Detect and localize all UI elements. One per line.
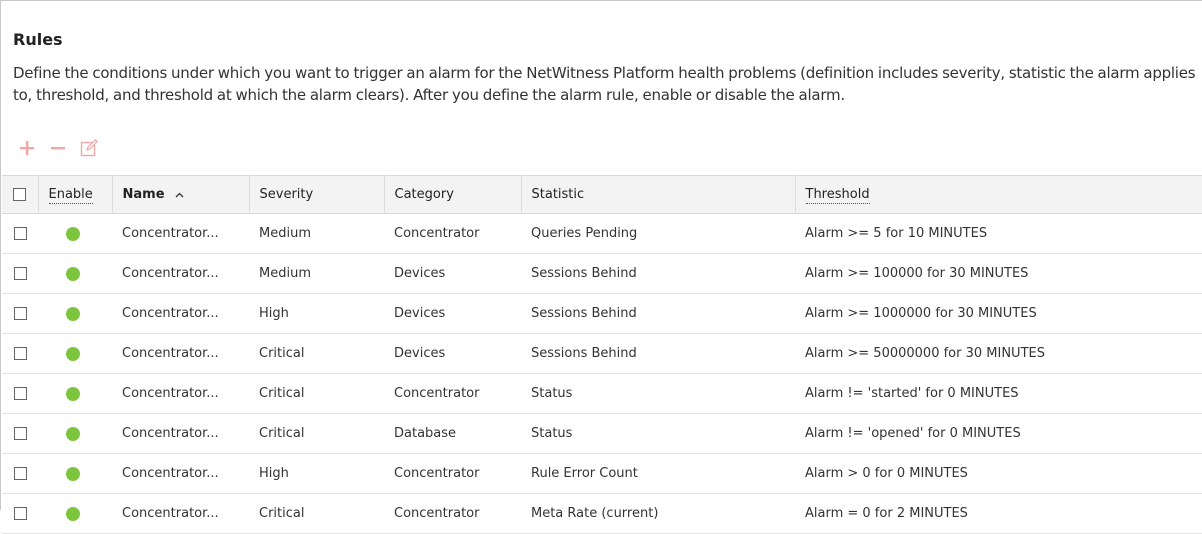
rule-category: Concentrator (394, 386, 480, 401)
rules-toolbar (17, 137, 110, 159)
enabled-status-icon (66, 386, 80, 401)
edit-rule-button[interactable] (79, 138, 99, 158)
rule-category: Devices (394, 346, 446, 361)
rule-category: Concentrator (394, 506, 480, 521)
rule-category: Devices (394, 266, 446, 281)
rule-name: Concentrator... (122, 266, 219, 281)
column-header-threshold[interactable]: Threshold (795, 176, 1202, 214)
column-header-severity[interactable]: Severity (249, 175, 385, 214)
rule-severity: Medium (259, 226, 311, 241)
rule-threshold: Alarm != 'opened' for 0 MINUTES (805, 426, 1021, 441)
enabled-status-icon (66, 466, 80, 481)
rule-name: Concentrator... (122, 226, 219, 241)
column-header-enable[interactable]: Enable (38, 175, 113, 214)
row-checkbox[interactable] (13, 307, 27, 320)
row-checkbox[interactable] (13, 467, 27, 480)
rule-statistic: Meta Rate (current) (531, 506, 659, 521)
plus-icon (20, 141, 34, 155)
rule-statistic: Queries Pending (531, 226, 638, 241)
column-header-name[interactable]: Name (112, 175, 250, 214)
rule-statistic: Status (531, 386, 573, 401)
rule-threshold: Alarm >= 5 for 10 MINUTES (805, 226, 988, 241)
rule-severity: High (259, 466, 289, 481)
add-rule-button[interactable] (17, 138, 37, 158)
rule-statistic: Sessions Behind (531, 346, 637, 361)
row-checkbox[interactable] (13, 267, 27, 280)
column-header-statistic[interactable]: Statistic (521, 175, 796, 214)
row-checkbox[interactable] (13, 347, 27, 360)
chevron-up-icon (175, 192, 184, 197)
page-title: Rules (13, 30, 63, 49)
rule-severity: Critical (259, 506, 305, 521)
rule-name: Concentrator... (122, 386, 219, 401)
rules-panel: Rules Define the conditions under which … (0, 0, 1202, 534)
column-header-category[interactable]: Category (384, 175, 522, 214)
remove-rule-button[interactable] (48, 138, 68, 158)
rule-category: Database (394, 426, 457, 441)
rule-category: Devices (394, 306, 446, 321)
table-row[interactable]: Concentrator... Medium Devices Sessions … (2, 254, 1202, 294)
table-row[interactable]: Concentrator... Critical Concentrator St… (2, 374, 1202, 414)
table-row[interactable]: Concentrator... High Concentrator Rule E… (2, 454, 1202, 494)
table-row[interactable]: Concentrator... Critical Devices Session… (2, 334, 1202, 374)
minus-icon (51, 147, 65, 150)
rule-severity: Critical (259, 346, 305, 361)
rule-threshold: Alarm >= 50000000 for 30 MINUTES (805, 346, 1045, 361)
enabled-status-icon (66, 346, 80, 361)
table-row[interactable]: Concentrator... Critical Concentrator Me… (2, 494, 1202, 534)
rule-name: Concentrator... (122, 506, 219, 521)
page-description: Define the conditions under which you wa… (13, 64, 1196, 104)
rule-severity: Critical (259, 426, 305, 441)
rules-table: Enable Name Severity Category Statistic (2, 175, 1202, 534)
table-row[interactable]: Concentrator... Medium Concentrator Quer… (2, 214, 1202, 254)
rule-name: Concentrator... (122, 466, 219, 481)
rule-name: Concentrator... (122, 426, 219, 441)
enabled-status-icon (66, 426, 80, 441)
rule-threshold: Alarm >= 100000 for 30 MINUTES (805, 266, 1029, 281)
table-row[interactable]: Concentrator... Critical Database Status… (2, 414, 1202, 454)
rule-threshold: Alarm != 'started' for 0 MINUTES (805, 386, 1019, 401)
select-all-checkbox[interactable] (13, 188, 27, 201)
edit-icon (80, 139, 98, 157)
rule-threshold: Alarm > 0 for 0 MINUTES (805, 466, 968, 481)
rule-threshold: Alarm = 0 for 2 MINUTES (805, 506, 968, 521)
select-all-cell (2, 175, 39, 214)
row-checkbox[interactable] (13, 387, 27, 400)
rule-threshold: Alarm >= 1000000 for 30 MINUTES (805, 306, 1037, 321)
rule-severity: Critical (259, 386, 305, 401)
rule-statistic: Status (531, 426, 573, 441)
row-checkbox[interactable] (13, 427, 27, 440)
enabled-status-icon (66, 306, 80, 321)
rule-severity: High (259, 306, 289, 321)
rule-category: Concentrator (394, 466, 480, 481)
table-header-row: Enable Name Severity Category Statistic (2, 175, 1202, 214)
rule-name: Concentrator... (122, 346, 219, 361)
enabled-status-icon (66, 506, 80, 521)
rule-statistic: Sessions Behind (531, 306, 637, 321)
table-row[interactable]: Concentrator... High Devices Sessions Be… (2, 294, 1202, 334)
rule-statistic: Sessions Behind (531, 266, 637, 281)
row-checkbox[interactable] (13, 227, 27, 240)
rule-name: Concentrator... (122, 306, 219, 321)
row-checkbox[interactable] (13, 507, 27, 520)
rule-severity: Medium (259, 266, 311, 281)
rule-category: Concentrator (394, 226, 480, 241)
rule-statistic: Rule Error Count (531, 466, 638, 481)
enabled-status-icon (66, 266, 80, 281)
enabled-status-icon (66, 226, 80, 241)
